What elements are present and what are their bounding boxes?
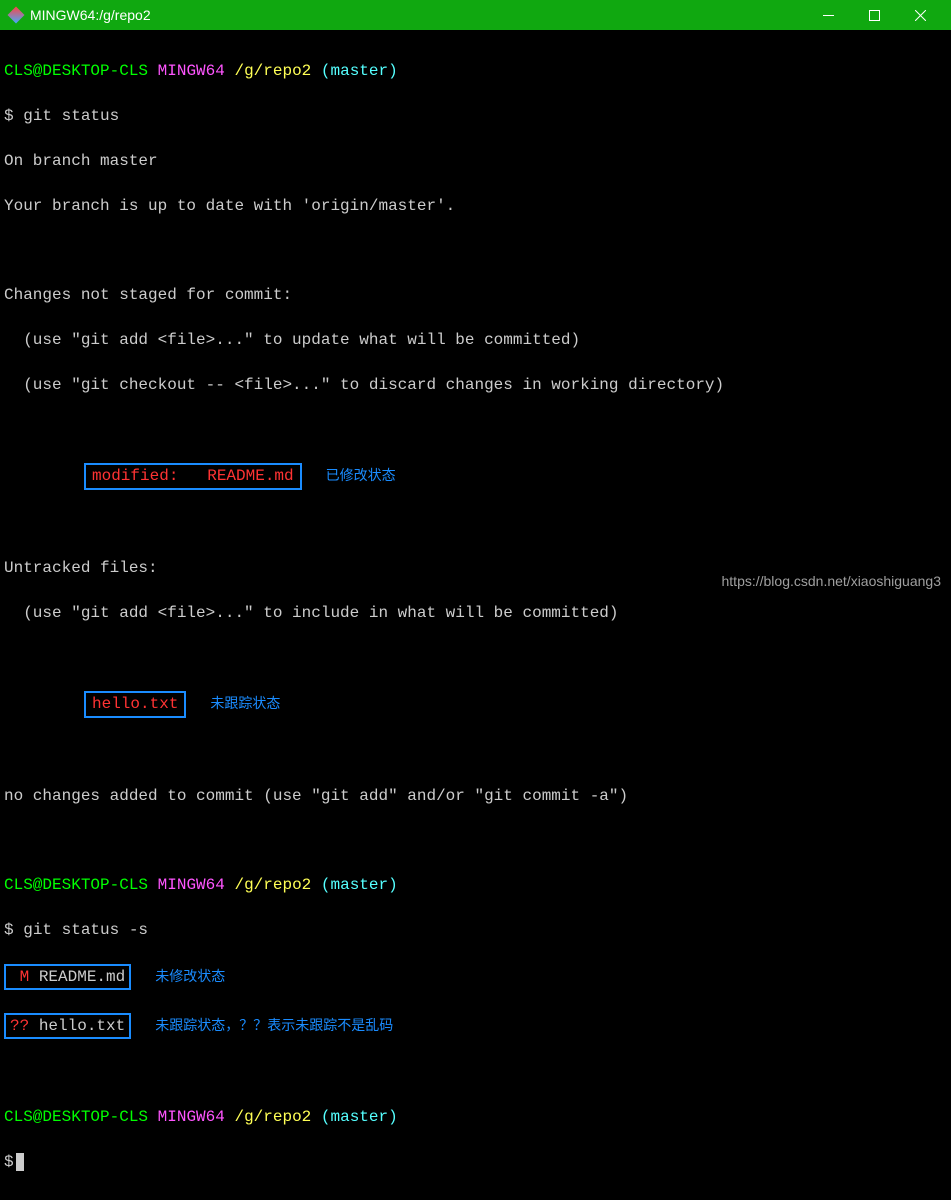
blank-line: [4, 647, 947, 669]
terminal-output[interactable]: CLS@DESKTOP-CLS MINGW64 /g/repo2 (master…: [0, 30, 951, 1200]
cursor-icon: [16, 1153, 24, 1171]
prompt-branch: (master): [321, 1108, 398, 1126]
modified-file: modified: README.md: [92, 467, 294, 485]
prompt-line: CLS@DESKTOP-CLS MINGW64 /g/repo2 (master…: [4, 1106, 947, 1128]
command-line: $: [4, 1151, 947, 1173]
prompt-path: /g/repo2: [234, 62, 311, 80]
command-line: $ git status: [4, 105, 947, 127]
output-line: (use "git checkout -- <file>..." to disc…: [4, 374, 947, 396]
annotation-label: 已修改状态: [326, 467, 396, 483]
blank-line: [4, 419, 947, 441]
blank-line: [4, 830, 947, 852]
prompt-branch: (master): [321, 62, 398, 80]
close-button[interactable]: [897, 0, 943, 30]
annotation-box: modified: README.md: [84, 463, 302, 489]
prompt-env: MINGW64: [158, 62, 225, 80]
blank-line: [4, 240, 947, 262]
modified-file-line: modified: README.md 已修改状态: [4, 463, 947, 489]
short-status-line: ?? hello.txt 未跟踪状态，？？表示未跟踪不是乱码: [4, 1013, 947, 1039]
prompt-symbol: $: [4, 1153, 14, 1171]
prompt-user: CLS@DESKTOP-CLS: [4, 1108, 148, 1126]
prompt-symbol: $: [4, 107, 14, 125]
annotation-label: 未修改状态: [155, 968, 225, 984]
prompt-user: CLS@DESKTOP-CLS: [4, 62, 148, 80]
output-line: Your branch is up to date with 'origin/m…: [4, 195, 947, 217]
blank-line: [4, 1062, 947, 1084]
prompt-user: CLS@DESKTOP-CLS: [4, 876, 148, 894]
annotation-label: 未跟踪状态，？？表示未跟踪不是乱码: [155, 1017, 393, 1033]
output-line: (use "git add <file>..." to update what …: [4, 329, 947, 351]
command-text: git status -s: [14, 921, 148, 939]
prompt-path: /g/repo2: [234, 1108, 311, 1126]
output-line: On branch master: [4, 150, 947, 172]
prompt-line: CLS@DESKTOP-CLS MINGW64 /g/repo2 (master…: [4, 60, 947, 82]
command-text: git status: [14, 107, 120, 125]
untracked-file: hello.txt: [92, 695, 178, 713]
prompt-env: MINGW64: [158, 876, 225, 894]
untracked-file-line: hello.txt 未跟踪状态: [4, 691, 947, 717]
prompt-env: MINGW64: [158, 1108, 225, 1126]
status-flag: M: [10, 968, 29, 986]
short-status-line: M README.md 未修改状态: [4, 964, 947, 990]
annotation-box: M README.md: [4, 964, 131, 990]
prompt-line: CLS@DESKTOP-CLS MINGW64 /g/repo2 (master…: [4, 874, 947, 896]
status-file: README.md: [39, 968, 125, 986]
app-icon: [8, 7, 24, 23]
prompt-symbol: $: [4, 921, 14, 939]
minimize-button[interactable]: [805, 0, 851, 30]
prompt-path: /g/repo2: [234, 876, 311, 894]
blank-line: [4, 512, 947, 534]
blank-line: [4, 740, 947, 762]
status-flag: ??: [10, 1017, 29, 1035]
command-line: $ git status -s: [4, 919, 947, 941]
window-titlebar: MINGW64:/g/repo2: [0, 0, 951, 30]
output-line: Changes not staged for commit:: [4, 284, 947, 306]
annotation-box: hello.txt: [84, 691, 186, 717]
prompt-branch: (master): [321, 876, 398, 894]
output-line: (use "git add <file>..." to include in w…: [4, 602, 947, 624]
window-title: MINGW64:/g/repo2: [30, 7, 805, 23]
status-file: hello.txt: [39, 1017, 125, 1035]
maximize-button[interactable]: [851, 0, 897, 30]
watermark-text: https://blog.csdn.net/xiaoshiguang3: [722, 573, 942, 589]
annotation-label: 未跟踪状态: [210, 695, 280, 711]
annotation-box: ?? hello.txt: [4, 1013, 131, 1039]
output-line: no changes added to commit (use "git add…: [4, 785, 947, 807]
